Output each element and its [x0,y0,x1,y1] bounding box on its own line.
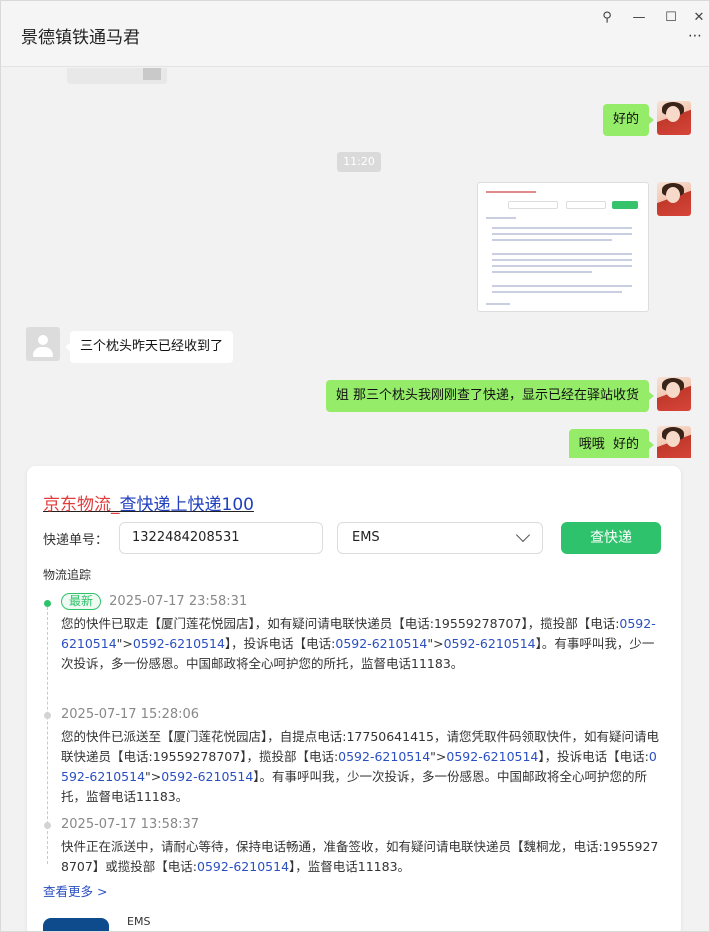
entry-text-segment: 】，投诉电话【电话: [224,636,336,651]
phone-number[interactable]: 0592-6210514 [133,636,225,651]
user-avatar[interactable] [657,377,691,411]
entry-text-segment: 】，监督电话11183。 [289,859,411,874]
more-options-icon[interactable]: ⋯ [688,29,703,43]
wechat-window: 景德镇铁通马君 ⚲ — ☐ ✕ ⋯ 好的 11:20 三个枕头昨天已经收到了 姐… [0,0,710,932]
message-timestamp: 11:20 [337,152,381,172]
tracking-entry: 2025-07-17 13:58:37 快件正在派送中，请耐心等待，保持电话畅通… [61,815,661,877]
entry-text-segment: "> [116,636,133,651]
courier-logo [43,918,109,931]
user-avatar[interactable] [657,182,691,216]
express-panel: 京东物流_查快递上快递100 快递单号： 1322484208531 EMS 查… [1,458,709,931]
chevron-down-icon [515,527,531,543]
courier-select[interactable]: EMS [337,522,543,554]
brand-link[interactable]: 京东物流_查快递上快递100 [43,490,254,515]
chat-title: 景德镇铁通马君 [21,28,140,48]
user-avatar[interactable] [657,101,691,135]
phone-number[interactable]: 0592-6210514 [161,769,253,784]
see-more-link[interactable]: 查看更多 > [43,881,107,900]
close-icon[interactable]: ✕ [689,9,709,27]
latest-badge: 最新 [61,593,102,610]
message-bubble-sent[interactable]: 姐 那三个枕头我刚刚查了快递，显示已经在驿站收货 [325,380,655,412]
entry-time: 2025-07-17 13:58:37 [61,817,200,832]
entry-time: 2025-07-17 23:58:31 [109,594,248,609]
screenshot-image-message[interactable] [477,182,649,312]
entry-time: 2025-07-17 15:28:06 [61,707,200,722]
message-bubble-received[interactable]: 三个枕头昨天已经收到了 [64,331,234,363]
chat-messages[interactable]: 好的 11:20 三个枕头昨天已经收到了 姐 那三个枕头我刚刚查了快递，显示已经… [1,68,709,458]
entry-text-segment: "> [427,636,444,651]
message-bubble-sent[interactable]: 哦哦 好的 [568,429,655,458]
timeline-dot [44,822,51,829]
entry-text-segment: 您的快件已取走【厦门莲花悦园店】，如有疑问请电联快递员【电话:195592787… [61,616,620,631]
message-bubble-sent[interactable]: 好的 [602,104,655,136]
tracking-number-label: 快递单号： [43,533,109,548]
tracking-title: 物流追踪 [43,568,92,582]
user-avatar[interactable] [657,426,691,458]
phone-number[interactable]: 0592-6210514 [335,636,427,651]
tracking-entry: 最新 2025-07-17 23:58:31 您的快件已取走【厦门莲花悦园店】，… [61,592,661,674]
entry-text-segment: 】，投诉电话【电话: [538,749,649,764]
timeline-dot-latest [44,600,51,607]
phone-number[interactable]: 0592-6210514 [338,749,430,764]
entry-text-segment: "> [145,769,162,784]
express-card: 京东物流_查快递上快递100 快递单号： 1322484208531 EMS 查… [27,466,681,931]
maximize-icon[interactable]: ☐ [661,9,681,27]
courier-select-value: EMS [352,530,380,545]
phone-number[interactable]: 0592-6210514 [446,749,538,764]
entry-text: 您的快件已取走【厦门莲花悦园店】，如有疑问请电联快递员【电话:195592787… [61,614,661,674]
phone-number[interactable]: 0592-6210514 [444,636,536,651]
image-message-partial[interactable] [67,68,167,84]
entry-text-segment: "> [430,749,447,764]
next-courier-label: EMS [127,915,151,928]
pin-icon[interactable]: ⚲ [597,9,617,27]
timeline-dot [44,712,51,719]
minimize-icon[interactable]: — [629,9,649,27]
query-button[interactable]: 查快递 [561,522,661,554]
image-thumbnail [143,68,161,80]
contact-avatar[interactable] [26,327,60,361]
tracking-entry: 2025-07-17 15:28:06 您的快件已派送至【厦门莲花悦园店】，自提… [61,705,661,807]
tracking-number-input[interactable]: 1322484208531 [119,522,323,554]
phone-number[interactable]: 0592-6210514 [197,859,289,874]
chat-header: 景德镇铁通马君 ⚲ — ☐ ✕ ⋯ [1,1,709,67]
entry-text: 快件正在派送中，请耐心等待，保持电话畅通，准备签收，如有疑问请电联快递员【魏桐龙… [61,837,661,877]
entry-text: 您的快件已派送至【厦门莲花悦园店】，自提点电话:17750641415，请您凭取… [61,727,661,807]
